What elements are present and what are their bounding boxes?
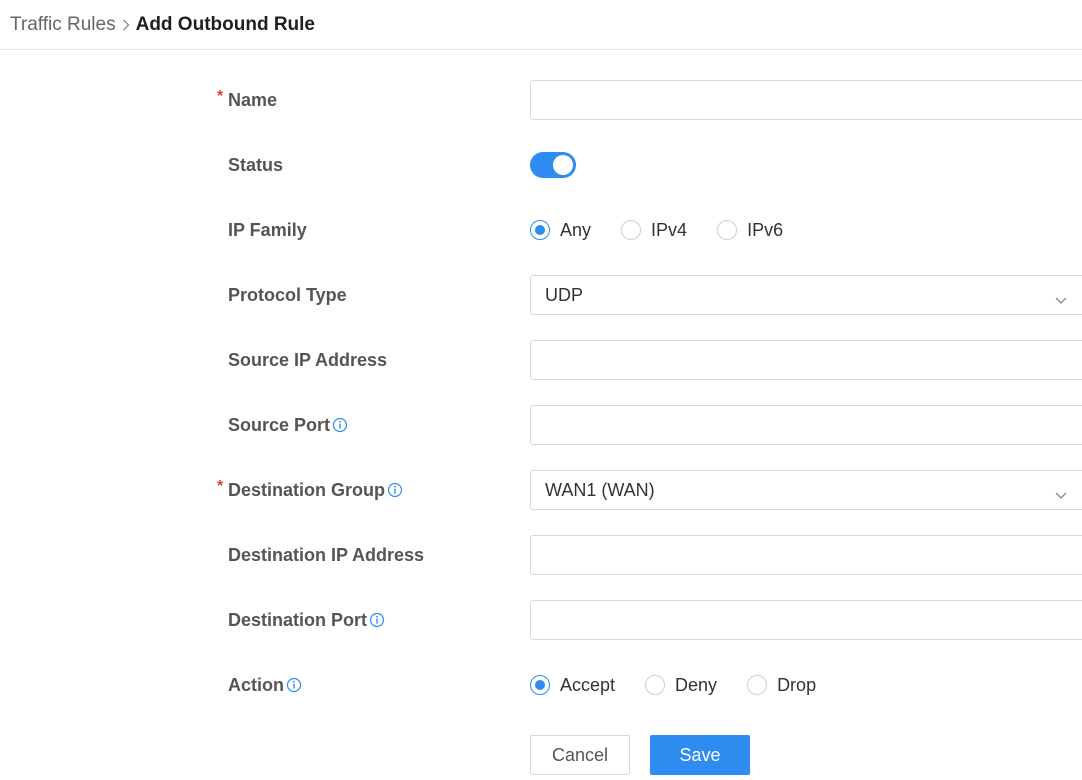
ip-family-row: IP Family Any IPv4 IPv6	[0, 210, 1082, 250]
toggle-knob	[553, 155, 573, 175]
protocol-type-label-text: Protocol Type	[228, 284, 347, 305]
destination-group-label: Destination Group	[228, 470, 403, 510]
protocol-type-value: UDP	[545, 284, 584, 305]
info-icon[interactable]	[286, 677, 302, 693]
source-port-label: Source Port	[228, 405, 348, 445]
protocol-type-label: Protocol Type	[228, 275, 347, 315]
source-port-input[interactable]	[530, 405, 1082, 445]
source-ip-label: Source IP Address	[228, 340, 387, 380]
destination-group-value: WAN1 (WAN)	[545, 479, 655, 500]
destination-port-input[interactable]	[530, 600, 1082, 640]
page-title: Add Outbound Rule	[135, 13, 315, 35]
radio-label: Drop	[777, 674, 817, 695]
required-mark: *	[217, 478, 224, 495]
chevron-down-icon	[1055, 290, 1067, 311]
radio-label: Deny	[675, 674, 718, 695]
name-row: * Name	[0, 80, 1082, 120]
destination-ip-input[interactable]	[530, 535, 1082, 575]
action-option-deny[interactable]: Deny	[645, 675, 717, 696]
action-row: Action Accept Deny Drop	[0, 665, 1082, 705]
chevron-right-icon	[122, 19, 130, 31]
source-port-row: Source Port	[0, 405, 1082, 445]
breadcrumb-traffic-rules[interactable]: Traffic Rules	[10, 14, 116, 36]
breadcrumb: Traffic Rules Add Outbound Rule	[0, 0, 1082, 50]
destination-group-label-text: Destination Group	[228, 479, 385, 500]
chevron-down-icon	[1055, 485, 1067, 506]
name-label-text: Name	[228, 89, 278, 110]
destination-group-select[interactable]: WAN1 (WAN)	[530, 470, 1082, 510]
protocol-type-select[interactable]: UDP	[530, 275, 1082, 315]
status-toggle[interactable]	[530, 152, 576, 178]
destination-port-label: Destination Port	[228, 600, 385, 640]
name-label: Name	[228, 80, 277, 120]
radio-button[interactable]	[747, 675, 768, 695]
radio-button[interactable]	[717, 220, 738, 240]
radio-button[interactable]	[645, 675, 666, 695]
info-icon[interactable]	[369, 612, 385, 628]
destination-port-row: Destination Port	[0, 600, 1082, 640]
radio-label: Any	[560, 219, 592, 240]
action-radio-group: Accept Deny Drop	[530, 665, 1082, 705]
destination-group-row: * Destination Group WAN1 (WAN)	[0, 470, 1082, 510]
status-label-text: Status	[228, 154, 284, 175]
radio-label: IPv6	[747, 219, 784, 240]
protocol-type-row: Protocol Type UDP	[0, 275, 1082, 315]
status-row: Status	[0, 145, 1082, 185]
radio-label: IPv4	[651, 219, 688, 240]
destination-port-label-text: Destination Port	[228, 609, 368, 630]
ip-family-option-ipv4[interactable]: IPv4	[621, 220, 687, 241]
save-button[interactable]: Save	[650, 735, 750, 775]
status-label: Status	[228, 145, 283, 185]
source-ip-label-text: Source IP Address	[228, 349, 388, 370]
ip-family-option-any[interactable]: Any	[530, 220, 591, 241]
radio-button[interactable]	[530, 675, 550, 695]
required-mark: *	[217, 88, 224, 105]
radio-label: Accept	[560, 674, 616, 695]
action-label: Action	[228, 665, 302, 705]
info-icon[interactable]	[387, 482, 403, 498]
source-ip-row: Source IP Address	[0, 340, 1082, 380]
ip-family-label: IP Family	[228, 210, 307, 250]
destination-ip-row: Destination IP Address	[0, 535, 1082, 575]
ip-family-option-ipv6[interactable]: IPv6	[717, 220, 783, 241]
cancel-button[interactable]: Cancel	[530, 735, 630, 775]
action-option-drop[interactable]: Drop	[747, 675, 816, 696]
radio-button[interactable]	[530, 220, 550, 240]
destination-ip-label: Destination IP Address	[228, 535, 424, 575]
action-option-accept[interactable]: Accept	[530, 675, 615, 696]
info-icon[interactable]	[332, 417, 348, 433]
destination-ip-label-text: Destination IP Address	[228, 544, 425, 565]
ip-family-label-text: IP Family	[228, 219, 307, 240]
radio-button[interactable]	[621, 220, 642, 240]
source-port-label-text: Source Port	[228, 414, 331, 435]
name-input[interactable]	[530, 80, 1082, 120]
source-ip-input[interactable]	[530, 340, 1082, 380]
ip-family-radio-group: Any IPv4 IPv6	[530, 210, 1082, 250]
action-label-text: Action	[228, 674, 284, 695]
